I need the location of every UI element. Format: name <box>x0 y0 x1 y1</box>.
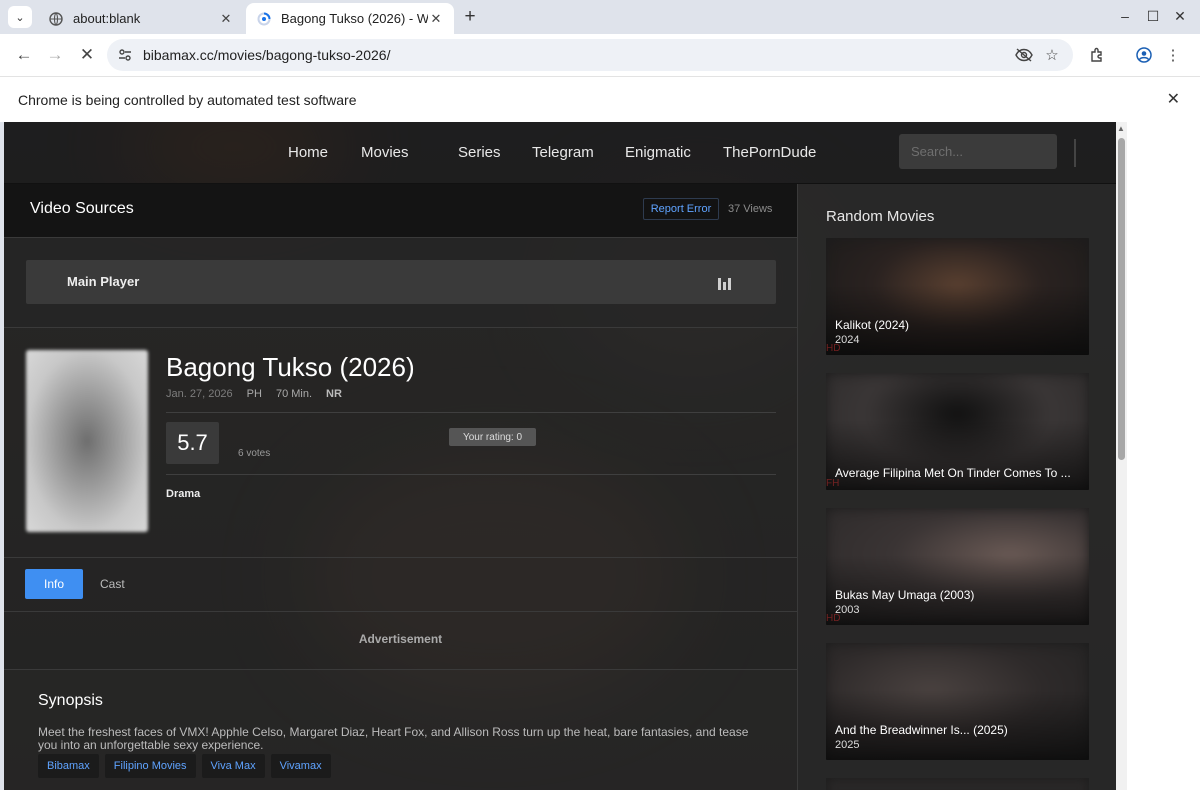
movie-card[interactable]: And the Breadwinner Is... (2025) 2025 <box>826 643 1089 760</box>
new-tab-button[interactable]: + <box>459 6 481 28</box>
chevron-down-icon: ⌄ <box>15 11 25 24</box>
close-tab-icon[interactable]: ✕ <box>218 11 234 27</box>
view-count: 37 Views <box>728 203 773 215</box>
your-rating-button[interactable]: Your rating: 0 <box>449 428 536 446</box>
tab-strip: ⌄ about:blank ✕ Bagong Tukso (2026) - Wa… <box>0 0 1200 34</box>
sidebar-title: Random Movies <box>826 208 935 225</box>
eye-off-icon[interactable] <box>1014 45 1034 65</box>
address-bar[interactable]: bibamax.cc/movies/bagong-tukso-2026/ ☆ <box>107 39 1073 71</box>
tab-active-movie[interactable]: Bagong Tukso (2026) - Watch ✕ <box>246 3 454 34</box>
close-tab-icon[interactable]: ✕ <box>428 11 444 27</box>
page-viewport: Home Movies Series Telegram Enigmatic Th… <box>4 122 1116 790</box>
movie-card-year: 2025 <box>835 739 860 751</box>
movie-card-title: And the Breadwinner Is... (2025) <box>835 723 1008 737</box>
movie-card[interactable]: Average Filipina Met On Tinder Comes To … <box>826 373 1089 490</box>
advertisement-label: Advertisement <box>358 632 443 646</box>
movie-meta: Jan. 27, 2026 PH 70 Min. NR <box>166 388 356 400</box>
back-arrow-icon: ← <box>15 45 33 64</box>
page-scrollbar[interactable]: ▲ <box>1116 122 1127 790</box>
tab-about-blank[interactable]: about:blank ✕ <box>38 3 244 34</box>
tag-list: Bibamax Filipino Movies Viva Max Vivamax <box>38 754 331 778</box>
minimize-icon[interactable]: – <box>1116 8 1134 24</box>
window-background <box>1127 122 1200 790</box>
globe-icon <box>48 11 64 27</box>
forward-arrow-icon: → <box>46 45 64 64</box>
close-window-icon[interactable]: ✕ <box>1171 8 1189 25</box>
stop-loading-button[interactable]: ✕ <box>75 43 99 67</box>
maximize-icon[interactable]: ☐ <box>1144 8 1162 25</box>
tab-cast[interactable]: Cast <box>100 577 125 591</box>
random-movies-sidebar: Random Movies Kalikot (2024) 2024 HD Ave… <box>797 184 1116 790</box>
duration: 70 Min. <box>275 388 313 400</box>
nav-theporndude[interactable]: ThePornDude <box>723 144 816 161</box>
rating-score: 5.7 <box>166 422 219 464</box>
tab-search-button[interactable]: ⌄ <box>8 6 32 28</box>
forward-button[interactable]: → <box>43 43 67 67</box>
advertisement-section: Advertisement <box>4 612 797 670</box>
movie-poster <box>26 350 148 532</box>
movie-card-title: Average Filipina Met On Tinder Comes To … <box>835 466 1071 480</box>
synopsis-title: Synopsis <box>38 692 103 709</box>
movie-thumbnail <box>826 778 1089 790</box>
url-text[interactable]: bibamax.cc/movies/bagong-tukso-2026/ <box>143 47 390 63</box>
nav-home[interactable]: Home <box>288 144 328 161</box>
extensions-icon[interactable] <box>1086 44 1108 66</box>
video-sources-bar: Video Sources Report Error 37 Views <box>4 184 797 238</box>
bookmark-star-icon[interactable]: ☆ <box>1042 45 1062 65</box>
header-divider <box>1074 139 1076 167</box>
vote-count: 6 votes <box>238 448 271 459</box>
quality-badge: FH <box>826 478 840 489</box>
synopsis-text: Meet the freshest faces of VMX! Apphle C… <box>38 725 749 752</box>
movie-title: Bagong Tukso (2026) <box>166 352 415 382</box>
tag-link[interactable]: Filipino Movies <box>104 754 196 778</box>
tab-info[interactable]: Info <box>25 569 83 599</box>
scroll-up-arrow-icon[interactable]: ▲ <box>1117 124 1125 133</box>
player-section: Main Player <box>4 238 797 328</box>
tag-link[interactable]: Vivamax <box>270 754 331 778</box>
movie-card[interactable]: Bukas May Umaga (2003) 2003 HD <box>826 508 1089 625</box>
release-date: Jan. 27, 2026 <box>166 388 233 400</box>
nav-telegram[interactable]: Telegram <box>532 144 594 161</box>
player-label: Main Player <box>67 274 140 289</box>
video-sources-title: Video Sources <box>30 200 134 217</box>
profile-icon[interactable] <box>1133 44 1155 66</box>
movie-info-section: Bagong Tukso (2026) Jan. 27, 2026 PH 70 … <box>4 328 797 558</box>
tab-title: about:blank <box>73 11 141 26</box>
close-infobar-icon[interactable]: ✕ <box>1167 89 1180 109</box>
movie-card-title: Kalikot (2024) <box>835 318 910 332</box>
nav-series[interactable]: Series <box>458 144 501 161</box>
main-player-option[interactable]: Main Player <box>26 260 776 304</box>
main-content: Video Sources Report Error 37 Views Main… <box>4 184 797 790</box>
close-icon: ✕ <box>79 45 95 64</box>
signal-bars-icon <box>718 274 734 290</box>
loading-spinner-icon <box>256 11 272 27</box>
genre-link[interactable]: Drama <box>166 488 200 500</box>
synopsis-section: Synopsis Meet the freshest faces of VMX!… <box>4 670 797 790</box>
nav-movies[interactable]: Movies <box>361 144 409 161</box>
more-menu-icon[interactable]: ⋮ <box>1162 44 1184 66</box>
site-info-icon[interactable] <box>116 46 134 64</box>
country: PH <box>246 388 262 400</box>
content-rating: NR <box>326 388 342 400</box>
divider <box>166 474 776 475</box>
tab-title: Bagong Tukso (2026) - Watch <box>281 11 428 26</box>
tag-link[interactable]: Viva Max <box>201 754 265 778</box>
site-header: Home Movies Series Telegram Enigmatic Th… <box>4 122 1116 184</box>
search-input[interactable] <box>899 134 1057 169</box>
movie-card[interactable]: Kalikot (2024) 2024 HD <box>826 238 1089 355</box>
info-tabs: Info Cast <box>4 558 797 612</box>
tag-link[interactable]: Bibamax <box>38 754 99 778</box>
infobar-message: Chrome is being controlled by automated … <box>18 92 357 108</box>
automation-infobar: Chrome is being controlled by automated … <box>0 76 1200 122</box>
movie-card[interactable] <box>826 778 1089 790</box>
scrollbar-thumb[interactable] <box>1118 138 1125 460</box>
movie-card-title: Bukas May Umaga (2003) <box>835 588 975 602</box>
report-error-button[interactable]: Report Error <box>643 198 719 220</box>
nav-enigmatic[interactable]: Enigmatic <box>625 144 691 161</box>
back-button[interactable]: ← <box>12 43 36 67</box>
divider <box>166 412 776 413</box>
quality-badge: HD <box>826 343 841 354</box>
quality-badge: HD <box>826 613 841 624</box>
browser-toolbar: ← → ✕ bibamax.cc/movies/bagong-tukso-202… <box>0 34 1200 76</box>
